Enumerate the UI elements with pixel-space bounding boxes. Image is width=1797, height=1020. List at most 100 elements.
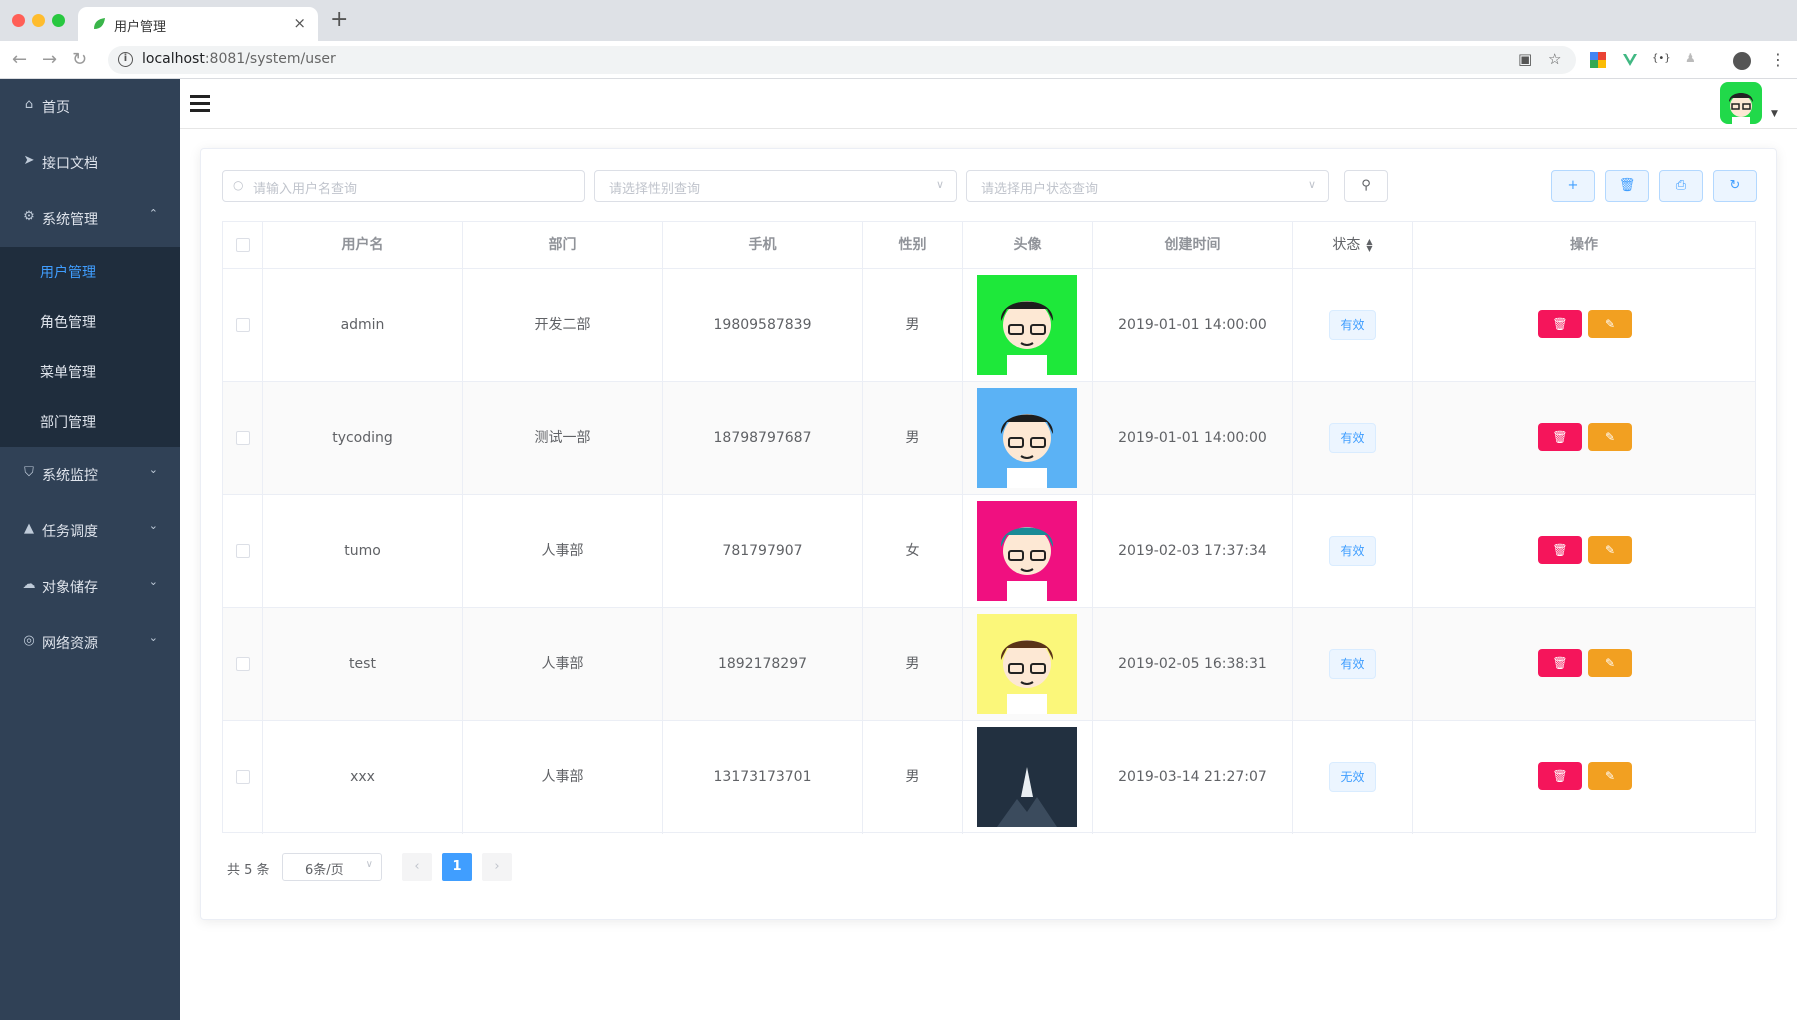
sidebar-item-label: 任务调度 [42,524,98,540]
sidebar-item-label: 接口文档 [42,156,98,172]
delete-user-button[interactable]: 🗑 [1538,536,1582,564]
cell-actions: 🗑 ✎ [1413,495,1755,608]
cell-dept: 人事部 [463,495,663,608]
refresh-button[interactable]: ↻ [1713,170,1757,202]
user-management-card: ○ 请输入用户名查询 请选择性别查询 ∨ 请选择用户状态查询 ∨ ⚲ + 🗑 ⎙… [200,148,1777,920]
cell-actions: 🗑 ✎ [1413,608,1755,721]
sidebar-item-users[interactable]: 用户管理 [0,247,180,297]
username-search-input[interactable]: ○ 请输入用户名查询 [222,170,585,202]
json-extension-icon[interactable]: {•} [1652,53,1671,69]
status-badge: 无效 [1329,762,1376,792]
sidebar-item-label: 对象储存 [42,580,98,596]
pencil-icon: ✎ [1604,317,1616,331]
trash-icon: 🗑 [1552,317,1568,331]
pencil-icon: ✎ [1604,656,1616,670]
sidebar-item-departments[interactable]: 部门管理 [0,397,180,447]
extension-icon[interactable] [1590,52,1606,68]
cell-username: xxx [263,721,463,834]
header-status[interactable]: 状态 ▲ ▼ [1293,222,1413,269]
cell-phone: 781797907 [663,495,863,608]
translate-icon[interactable]: ▣ [1518,50,1532,68]
sidebar-item-menus[interactable]: 菜单管理 [0,347,180,397]
delete-user-button[interactable]: 🗑 [1538,310,1582,338]
sidebar: ⌂ 首页 ➤ 接口文档 ⚙ 系统管理 ⌃ 用户管理 角色管理 菜单管理 部门管理… [0,79,180,1020]
profile-icon[interactable] [1733,52,1751,70]
hamburger-icon[interactable] [190,95,210,112]
cell-avatar [963,608,1093,721]
info-icon[interactable]: i [118,52,133,67]
url-text[interactable]: localhost:8081/system/user [142,51,336,67]
refresh-icon: ↻ [1729,178,1741,193]
cell-status: 有效 [1293,269,1413,382]
status-badge: 有效 [1329,423,1376,453]
select-all-checkbox[interactable] [235,238,250,252]
next-page-button[interactable]: › [482,853,512,881]
sidebar-item-network[interactable]: ◎ 网络资源 ⌄ [0,615,180,671]
forward-icon[interactable]: → [42,49,57,70]
edit-user-button[interactable]: ✎ [1588,649,1632,677]
cell-dept: 人事部 [463,721,663,834]
delete-user-button[interactable]: 🗑 [1538,762,1582,790]
chevron-down-icon: ∨ [365,859,373,870]
row-select-cell [223,269,263,382]
edit-user-button[interactable]: ✎ [1588,423,1632,451]
system-submenu: 用户管理 角色管理 菜单管理 部门管理 [0,247,180,447]
status-select[interactable]: 请选择用户状态查询 ∨ [966,170,1329,202]
puzzle-icon[interactable]: ♟ [1685,51,1701,67]
back-icon[interactable]: ← [12,49,27,70]
add-user-button[interactable]: + [1551,170,1595,202]
minimize-window-button[interactable] [32,14,45,27]
trash-icon: 🗑 [1552,656,1568,670]
search-button[interactable]: ⚲ [1344,170,1388,202]
row-checkbox[interactable] [235,431,250,445]
close-window-button[interactable] [12,14,25,27]
row-checkbox[interactable] [235,657,250,671]
globe-icon: ◎ [23,633,35,648]
menu-dots-icon[interactable]: ⋮ [1770,50,1786,69]
sidebar-item-system[interactable]: ⚙ 系统管理 ⌃ [0,191,180,247]
user-avatar[interactable] [1720,82,1762,124]
cell-created: 2019-03-14 21:27:07 [1093,721,1293,834]
cloud-icon: ☁ [22,577,36,592]
cell-status: 有效 [1293,608,1413,721]
header-phone: 手机 [663,222,863,269]
gender-select[interactable]: 请选择性别查询 ∨ [594,170,957,202]
sidebar-item-home[interactable]: ⌂ 首页 [0,79,180,135]
cell-phone: 18798797687 [663,382,863,495]
reload-icon[interactable]: ↻ [72,49,87,70]
row-checkbox[interactable] [235,770,250,784]
row-checkbox[interactable] [235,544,250,558]
top-navbar: ▼ [180,79,1797,129]
browser-tab[interactable]: 用户管理 × [78,7,318,41]
star-icon[interactable]: ☆ [1548,50,1561,68]
sidebar-item-roles[interactable]: 角色管理 [0,297,180,347]
sidebar-item-jobs[interactable]: ▲ 任务调度 ⌄ [0,503,180,559]
sidebar-item-label: 首页 [42,100,70,116]
batch-delete-button[interactable]: 🗑 [1605,170,1649,202]
header-username: 用户名 [263,222,463,269]
caret-down-icon[interactable]: ▼ [1771,109,1778,119]
sidebar-item-monitor[interactable]: ⛉ 系统监控 ⌄ [0,447,180,503]
status-badge: 有效 [1329,649,1376,679]
maximize-window-button[interactable] [52,14,65,27]
edit-user-button[interactable]: ✎ [1588,762,1632,790]
total-count: 共 5 条 [227,863,270,878]
sidebar-item-api-docs[interactable]: ➤ 接口文档 [0,135,180,191]
address-bar[interactable]: i localhost:8081/system/user ▣ ☆ [108,46,1576,74]
cell-avatar [963,495,1093,608]
vue-devtools-icon[interactable] [1622,52,1638,68]
sidebar-item-storage[interactable]: ☁ 对象储存 ⌄ [0,559,180,615]
prev-page-button[interactable]: ‹ [402,853,432,881]
page-size-select[interactable]: 6条/页 ∨ [282,853,382,881]
tab-close-icon[interactable]: × [293,14,306,32]
page-1-button[interactable]: 1 [442,853,472,881]
delete-user-button[interactable]: 🗑 [1538,649,1582,677]
sort-icon[interactable]: ▲ ▼ [1366,238,1372,253]
new-tab-button[interactable]: + [330,9,348,31]
delete-user-button[interactable]: 🗑 [1538,423,1582,451]
chevron-down-icon: ⌄ [148,519,158,532]
edit-user-button[interactable]: ✎ [1588,310,1632,338]
print-button[interactable]: ⎙ [1659,170,1703,202]
row-checkbox[interactable] [235,318,250,332]
edit-user-button[interactable]: ✎ [1588,536,1632,564]
